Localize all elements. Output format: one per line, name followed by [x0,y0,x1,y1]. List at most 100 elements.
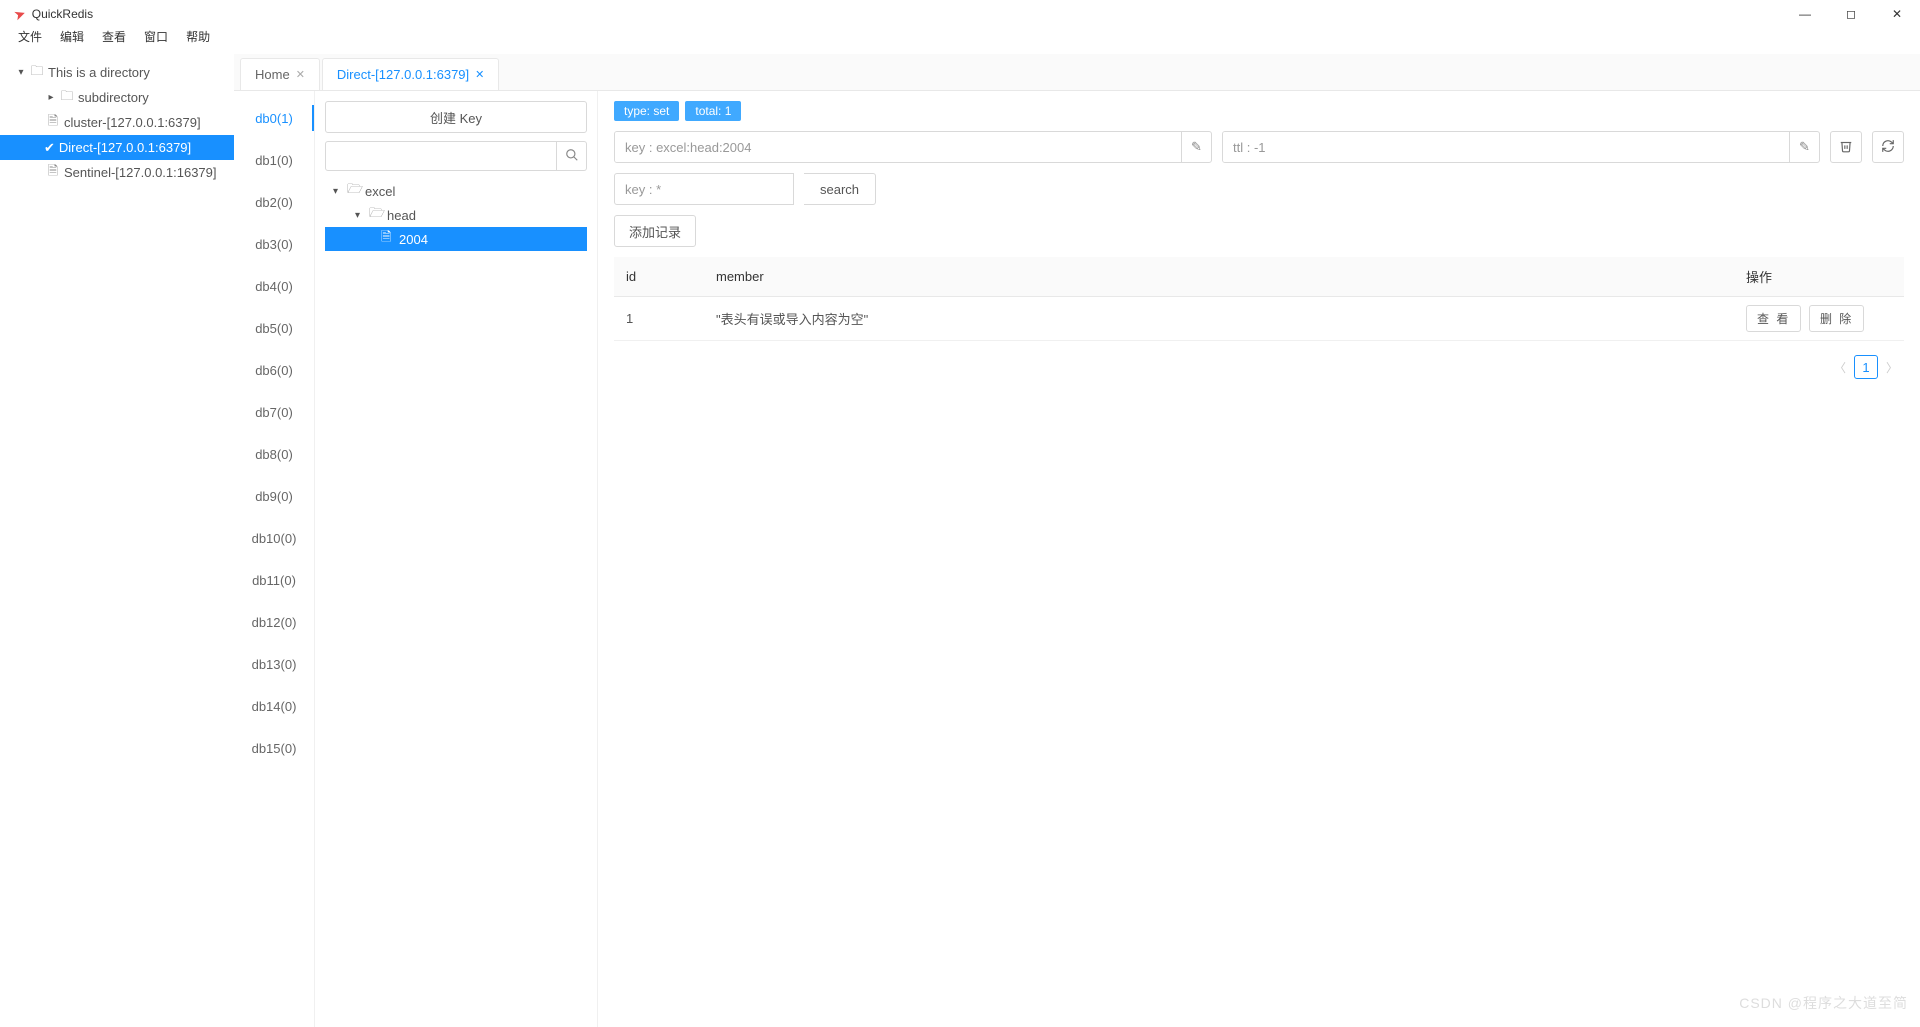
prev-page-icon[interactable]: 〈 [1832,359,1848,376]
db-item-14[interactable]: db14(0) [234,685,314,727]
cell-member: "表头有误或导入内容为空" [704,297,1734,341]
db-item-2[interactable]: db2(0) [234,181,314,223]
pencil-icon: ✎ [1191,139,1202,155]
menubar: 文件 编辑 查看 窗口 帮助 [0,24,1920,54]
page-number[interactable]: 1 [1854,355,1878,379]
pagination: 〈 1 〉 [614,355,1904,379]
connection-tree: ▾ 🗀 This is a directory ▸ 🗀 subdirectory… [0,54,234,1027]
caret-down-icon: ▾ [333,186,347,197]
tree-label: Sentinel-[127.0.0.1:16379] [64,165,217,180]
tree-connection-sentinel[interactable]: 🗎 Sentinel-[127.0.0.1:16379] [0,160,234,185]
db-item-7[interactable]: db7(0) [234,391,314,433]
column-id: id [614,257,704,297]
key-name-input[interactable] [615,132,1181,162]
search-icon [565,148,579,165]
tree-label: subdirectory [78,90,149,105]
menu-help[interactable]: 帮助 [178,26,218,47]
refresh-button[interactable] [1872,131,1904,163]
tree-root[interactable]: ▾ 🗀 This is a directory [0,60,234,85]
pencil-icon: ✎ [1799,139,1810,155]
menu-window[interactable]: 窗口 [136,26,176,47]
edit-key-button[interactable]: ✎ [1181,132,1211,162]
create-key-button[interactable]: 创建 Key [325,101,587,133]
tree-subdirectory[interactable]: ▸ 🗀 subdirectory [0,85,234,110]
ttl-input[interactable] [1223,132,1789,162]
file-icon: 🗎 [44,112,62,134]
db-item-5[interactable]: db5(0) [234,307,314,349]
db-item-12[interactable]: db12(0) [234,601,314,643]
tabs: Home ✕ Direct-[127.0.0.1:6379] ✕ [234,58,1920,90]
tab-home[interactable]: Home ✕ [240,58,320,90]
db-item-3[interactable]: db3(0) [234,223,314,265]
check-circle-icon: ✔ [44,140,55,156]
caret-down-icon: ▾ [14,67,28,78]
app-logo-icon: ➤ [11,4,28,24]
db-item-6[interactable]: db6(0) [234,349,314,391]
db-item-4[interactable]: db4(0) [234,265,314,307]
tab-label: Direct-[127.0.0.1:6379] [337,67,469,82]
trash-icon [1839,139,1853,156]
db-item-0[interactable]: db0(1) [234,97,314,139]
close-icon[interactable]: ✕ [296,68,305,81]
db-item-15[interactable]: db15(0) [234,727,314,769]
maximize-button[interactable]: ◻ [1828,2,1874,26]
folder-icon: 🗀 [28,62,46,84]
total-badge: total: 1 [685,101,741,121]
file-icon: 🗎 [44,162,62,184]
menu-file[interactable]: 文件 [10,26,50,47]
delete-row-button[interactable]: 删 除 [1809,305,1864,332]
tree-label: Direct-[127.0.0.1:6379] [59,140,191,155]
tree-connection-direct[interactable]: ✔ Direct-[127.0.0.1:6379] [0,135,234,160]
db-item-1[interactable]: db1(0) [234,139,314,181]
refresh-icon [1881,139,1895,156]
delete-key-button[interactable] [1830,131,1862,163]
db-item-11[interactable]: db11(0) [234,559,314,601]
view-button[interactable]: 查 看 [1746,305,1801,332]
key-tree-2004[interactable]: 🗎 2004 [325,227,587,251]
cell-id: 1 [614,297,704,341]
caret-down-icon: ▾ [355,210,369,221]
edit-ttl-button[interactable]: ✎ [1789,132,1819,162]
file-icon: 🗎 [381,228,399,250]
tree-connection-cluster[interactable]: 🗎 cluster-[127.0.0.1:6379] [0,110,234,135]
key-search-input[interactable] [325,141,557,171]
tree-label: This is a directory [48,65,150,80]
search-button[interactable]: search [804,173,876,205]
db-item-9[interactable]: db9(0) [234,475,314,517]
db-item-10[interactable]: db10(0) [234,517,314,559]
database-list: db0(1) db1(0) db2(0) db3(0) db4(0) db5(0… [234,91,314,1027]
tree-label: cluster-[127.0.0.1:6379] [64,115,201,130]
close-button[interactable]: ✕ [1874,2,1920,26]
key-tree-excel[interactable]: ▾ 🗁 excel [325,179,587,203]
menu-view[interactable]: 查看 [94,26,134,47]
members-table: id member 操作 1 "表头有误或导入内容为空" 查 看 删 除 [614,257,1904,341]
add-record-button[interactable]: 添加记录 [614,215,696,247]
menu-edit[interactable]: 编辑 [52,26,92,47]
key-tree-label: excel [365,184,395,199]
type-badge: type: set [614,101,679,121]
detail-panel: type: set total: 1 ✎ ✎ [598,91,1920,1027]
filter-input[interactable] [614,173,794,205]
key-tree-head[interactable]: ▾ 🗁 head [325,203,587,227]
table-row: 1 "表头有误或导入内容为空" 查 看 删 除 [614,297,1904,341]
minimize-button[interactable]: — [1782,2,1828,26]
search-button[interactable] [557,141,587,171]
close-icon[interactable]: ✕ [475,68,484,81]
key-tree-label: head [387,208,416,223]
app-title: QuickRedis [32,7,93,21]
db-item-13[interactable]: db13(0) [234,643,314,685]
next-page-icon[interactable]: 〉 [1884,359,1900,376]
column-member: member [704,257,1734,297]
folder-icon: 🗀 [58,87,76,109]
window-controls: — ◻ ✕ [1782,2,1920,26]
titlebar: ➤ QuickRedis — ◻ ✕ [0,0,1920,24]
folder-open-icon: 🗁 [369,204,387,226]
column-op: 操作 [1734,257,1904,297]
caret-right-icon: ▸ [44,92,58,103]
key-tree-label: 2004 [399,232,428,247]
db-item-8[interactable]: db8(0) [234,433,314,475]
key-panel: 创建 Key ▾ 🗁 excel ▾ 🗁 [314,91,598,1027]
tab-label: Home [255,67,290,82]
tab-direct[interactable]: Direct-[127.0.0.1:6379] ✕ [322,58,499,90]
folder-open-icon: 🗁 [347,180,365,202]
